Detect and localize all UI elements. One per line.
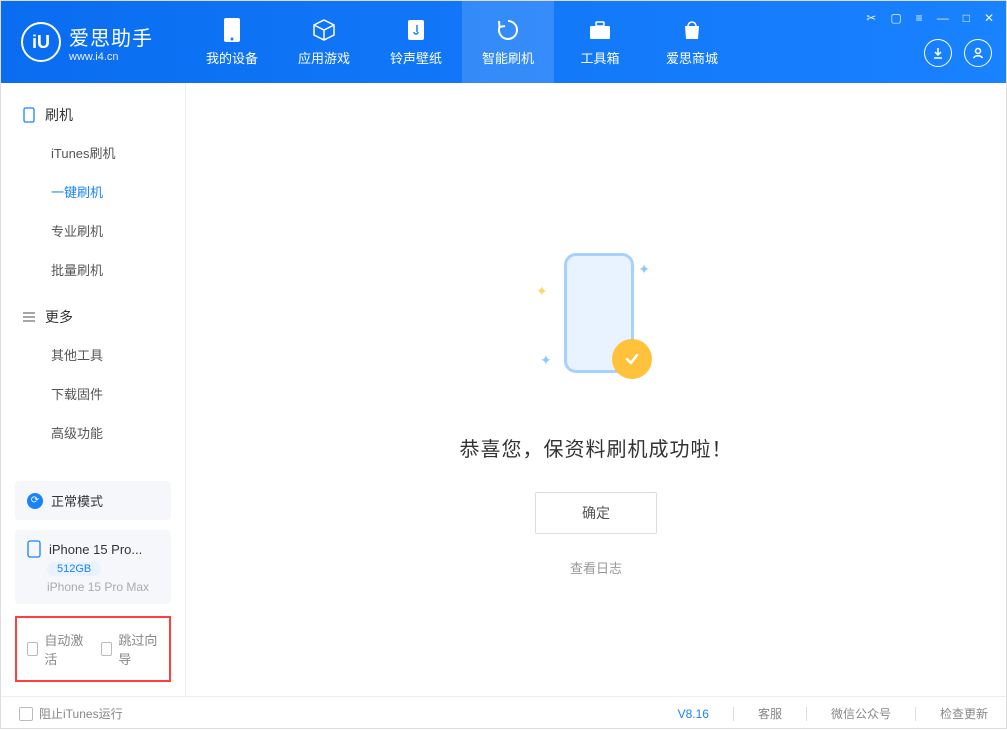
music-icon: [404, 18, 428, 42]
mode-label: 正常模式: [51, 491, 103, 510]
nav-ringtones[interactable]: 铃声壁纸: [370, 1, 462, 83]
bag-icon: [680, 18, 704, 42]
user-button[interactable]: [964, 39, 992, 67]
nav-smart-flash[interactable]: 智能刷机: [462, 1, 554, 83]
device-info-box[interactable]: iPhone 15 Pro... 512GB iPhone 15 Pro Max: [15, 530, 171, 604]
phone-icon[interactable]: ▢: [890, 11, 901, 25]
checkbox-icon: [19, 707, 33, 721]
checkbox-label: 跳过向导: [118, 630, 159, 668]
spark-icon: ✦: [540, 352, 552, 369]
nav-label: 爱思商城: [666, 48, 718, 67]
menu-icon[interactable]: ≡: [916, 11, 923, 25]
view-log-link[interactable]: 查看日志: [570, 558, 622, 577]
sidebar-group-more[interactable]: 更多: [1, 299, 185, 335]
nav-label: 铃声壁纸: [390, 48, 442, 67]
checkbox-label: 自动激活: [44, 630, 85, 668]
app-header: iU 爱思助手 www.i4.cn 我的设备 应用游戏 铃声壁纸 智能刷机 工具…: [1, 1, 1006, 83]
more-lines-icon: [21, 309, 37, 325]
sidebar-bottom: ⟳ 正常模式 iPhone 15 Pro... 512GB iPhone 15 …: [1, 481, 185, 696]
checkbox-icon: [27, 642, 38, 656]
spark-icon: ✦: [536, 283, 548, 300]
sidebar: 刷机 iTunes刷机 一键刷机 专业刷机 批量刷机 更多 其他工具 下载固件 …: [1, 83, 186, 696]
success-message: 恭喜您，保资料刷机成功啦！: [460, 433, 733, 462]
sidebar-item-other-tools[interactable]: 其他工具: [1, 335, 185, 374]
success-illustration: ✦ ✦ ✦: [526, 243, 666, 403]
sidebar-group-flash[interactable]: 刷机: [1, 97, 185, 133]
main-content: ✦ ✦ ✦ 恭喜您，保资料刷机成功啦！ 确定 查看日志: [186, 83, 1006, 696]
sidebar-item-oneclick-flash[interactable]: 一键刷机: [1, 172, 185, 211]
nav-toolbox[interactable]: 工具箱: [554, 1, 646, 83]
device-small-icon: [27, 540, 41, 558]
footer-link-update[interactable]: 检查更新: [940, 705, 988, 722]
nav-label: 工具箱: [580, 48, 619, 67]
checkbox-icon: [101, 642, 112, 656]
phone-small-icon: [21, 107, 37, 123]
skin-icon[interactable]: ✂: [866, 11, 876, 25]
download-button[interactable]: [924, 39, 952, 67]
nav-store[interactable]: 爱思商城: [646, 1, 738, 83]
body: 刷机 iTunes刷机 一键刷机 专业刷机 批量刷机 更多 其他工具 下载固件 …: [1, 83, 1006, 696]
logo-area: iU 爱思助手 www.i4.cn: [1, 22, 186, 63]
spark-icon: ✦: [638, 261, 650, 278]
app-subtitle: www.i4.cn: [69, 51, 153, 63]
checkbox-block-itunes[interactable]: 阻止iTunes运行: [19, 705, 123, 722]
sidebar-item-batch-flash[interactable]: 批量刷机: [1, 250, 185, 289]
maximize-icon[interactable]: □: [963, 11, 970, 25]
nav-my-device[interactable]: 我的设备: [186, 1, 278, 83]
device-icon: [220, 18, 244, 42]
footer-link-wechat[interactable]: 微信公众号: [831, 705, 891, 722]
storage-badge: 512GB: [47, 562, 101, 576]
device-head: iPhone 15 Pro...: [27, 540, 159, 558]
confirm-button[interactable]: 确定: [535, 492, 657, 534]
separator: [915, 707, 916, 721]
footer: 阻止iTunes运行 V8.16 客服 微信公众号 检查更新: [1, 696, 1006, 730]
nav-apps-games[interactable]: 应用游戏: [278, 1, 370, 83]
main-nav: 我的设备 应用游戏 铃声壁纸 智能刷机 工具箱 爱思商城: [186, 1, 738, 83]
window-controls: ✂ ▢ ≡ — □ ✕: [866, 11, 994, 25]
refresh-icon: [496, 18, 520, 42]
footer-right: V8.16 客服 微信公众号 检查更新: [678, 705, 988, 722]
footer-link-service[interactable]: 客服: [758, 705, 782, 722]
nav-label: 应用游戏: [298, 48, 350, 67]
checkbox-label: 阻止iTunes运行: [39, 705, 123, 722]
checkbox-auto-activate[interactable]: 自动激活: [27, 630, 85, 668]
group-title: 刷机: [45, 105, 73, 125]
highlighted-options: 自动激活 跳过向导: [15, 616, 171, 682]
sidebar-item-download-firmware[interactable]: 下载固件: [1, 374, 185, 413]
close-icon[interactable]: ✕: [984, 11, 994, 25]
device-name: iPhone 15 Pro...: [49, 542, 142, 557]
checkbox-skip-guide[interactable]: 跳过向导: [101, 630, 159, 668]
sidebar-item-pro-flash[interactable]: 专业刷机: [1, 211, 185, 250]
version-label: V8.16: [678, 707, 709, 721]
nav-label: 智能刷机: [482, 48, 534, 67]
group-title: 更多: [45, 307, 73, 327]
device-mode-box[interactable]: ⟳ 正常模式: [15, 481, 171, 520]
logo-text: 爱思助手 www.i4.cn: [69, 22, 153, 63]
cube-icon: [312, 18, 336, 42]
app-logo-icon: iU: [21, 22, 61, 62]
nav-label: 我的设备: [206, 48, 258, 67]
checkmark-badge-icon: [612, 339, 652, 379]
header-actions: [924, 39, 992, 67]
toolbox-icon: [588, 18, 612, 42]
sidebar-item-advanced[interactable]: 高级功能: [1, 413, 185, 452]
sidebar-item-itunes-flash[interactable]: iTunes刷机: [1, 133, 185, 172]
separator: [806, 707, 807, 721]
refresh-small-icon: ⟳: [27, 493, 43, 509]
minimize-icon[interactable]: —: [937, 11, 949, 25]
device-full-name: iPhone 15 Pro Max: [47, 580, 159, 594]
separator: [733, 707, 734, 721]
app-title: 爱思助手: [69, 22, 153, 51]
